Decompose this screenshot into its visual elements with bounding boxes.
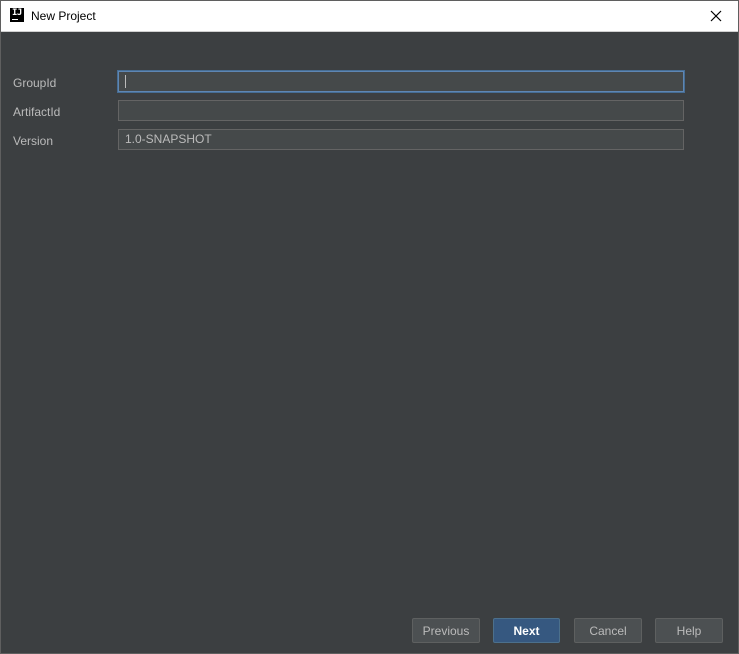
title-bar: IJ New Project: [1, 1, 738, 32]
version-label: Version: [13, 134, 54, 148]
next-button[interactable]: Next: [493, 618, 560, 643]
new-project-dialog: IJ New Project GroupId ArtifactId Versio…: [0, 0, 739, 654]
dialog-content: GroupId ArtifactId Version 1.0-SNAPSHOT …: [1, 32, 738, 653]
text-caret: [125, 75, 126, 88]
version-value: 1.0-SNAPSHOT: [125, 132, 212, 146]
cancel-button[interactable]: Cancel: [574, 618, 642, 643]
window-title: New Project: [31, 9, 96, 23]
help-button[interactable]: Help: [655, 618, 723, 643]
version-field[interactable]: 1.0-SNAPSHOT: [118, 129, 684, 150]
previous-button[interactable]: Previous: [412, 618, 480, 643]
close-button[interactable]: [694, 1, 738, 31]
groupid-field[interactable]: [118, 71, 684, 92]
artifactid-field[interactable]: [118, 100, 684, 121]
artifactid-label: ArtifactId: [13, 105, 61, 119]
close-icon: [710, 10, 722, 22]
groupid-label: GroupId: [13, 76, 57, 90]
intellij-idea-icon: IJ: [10, 8, 24, 22]
